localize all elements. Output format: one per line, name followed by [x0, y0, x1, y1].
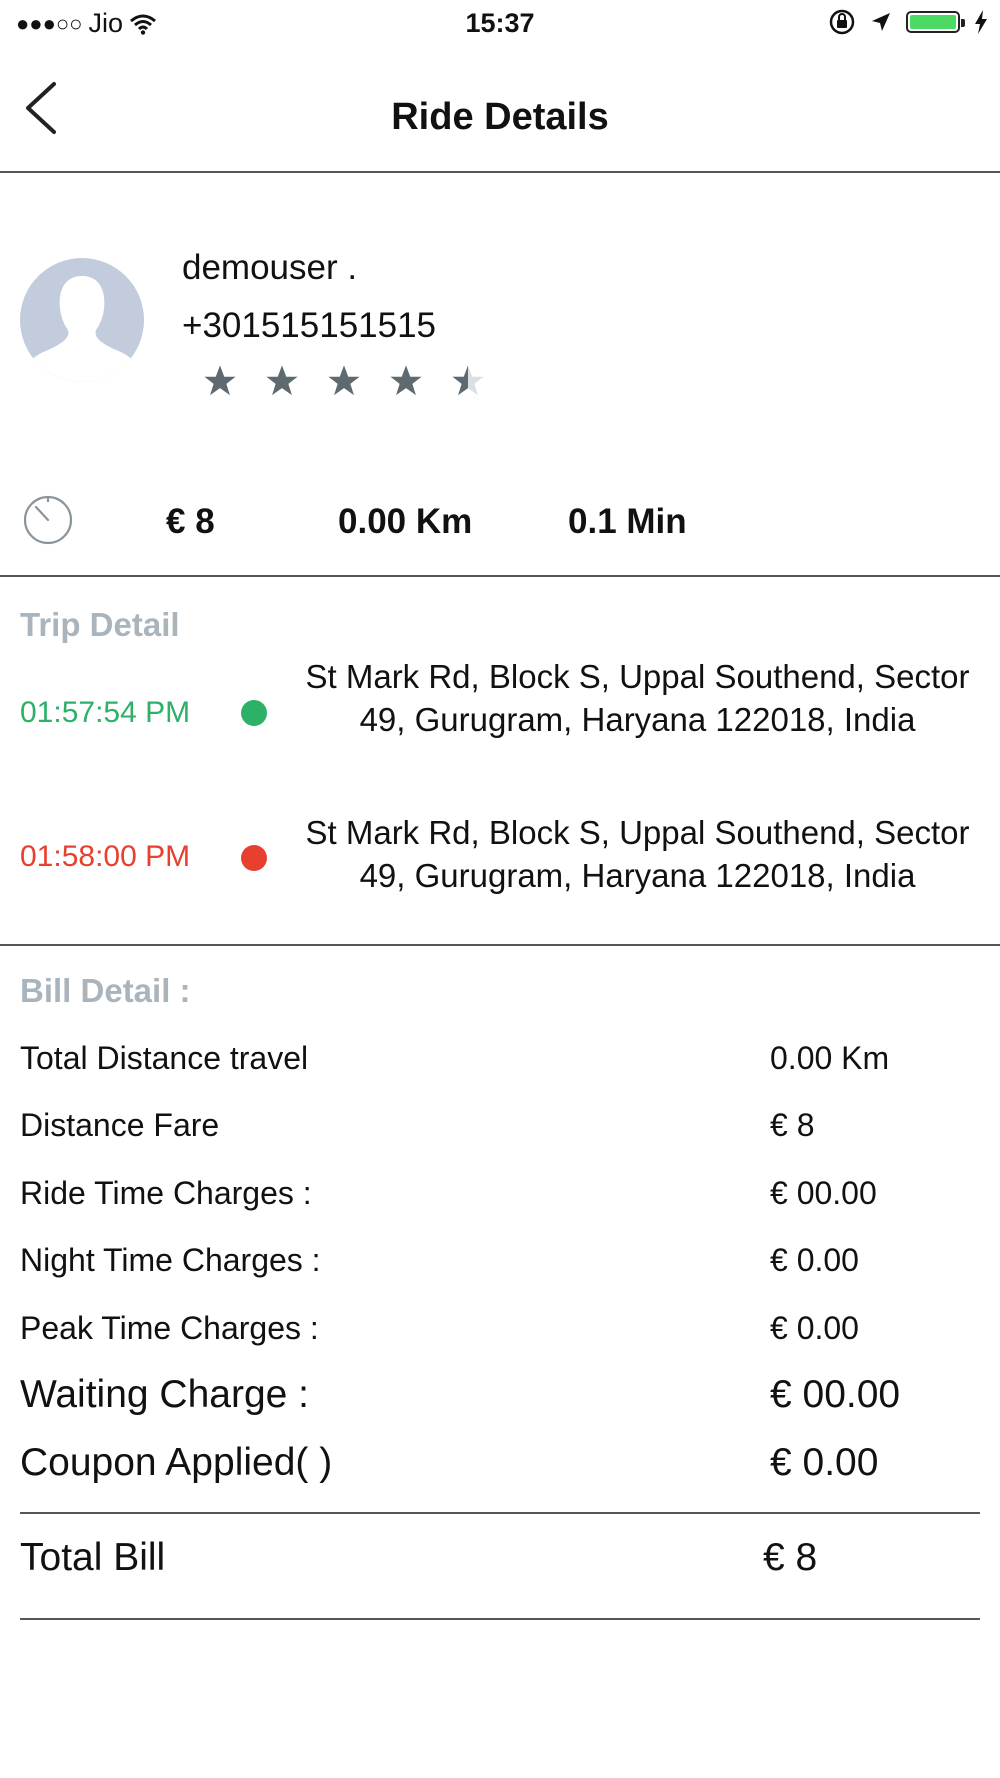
- trip-detail-heading: Trip Detail: [20, 606, 180, 643]
- battery-icon: [906, 11, 965, 33]
- rating-stars: [203, 364, 485, 398]
- bill-row-label: Distance Fare: [20, 1107, 220, 1143]
- bill-detail-heading: Bill Detail :: [20, 972, 191, 1009]
- status-bar: ●●●○○ Jio 15:37: [0, 0, 1000, 52]
- bill-divider: [20, 1512, 980, 1514]
- scroll-fade: [0, 1636, 1000, 1696]
- total-divider: [20, 1618, 980, 1620]
- duration-stat: 0.1 Min: [568, 502, 687, 541]
- bill-row-value: € 0.00: [770, 1310, 859, 1346]
- dropoff-address: St Mark Rd, Block S, Uppal Southend, Sec…: [305, 814, 970, 894]
- bill-row-label: Total Distance travel: [20, 1040, 309, 1076]
- bill-row-value: € 8: [770, 1107, 815, 1143]
- bill-row-value: € 00.00: [770, 1175, 877, 1211]
- battery-fill: [910, 15, 956, 29]
- bill-row-label: Ride Time Charges :: [20, 1175, 312, 1211]
- status-right: [828, 8, 988, 36]
- avatar: [20, 258, 144, 382]
- header-divider: [0, 171, 1000, 173]
- star-icon: [328, 365, 360, 396]
- bill-row-value: 0.00 Km: [770, 1040, 890, 1076]
- orientation-lock-icon: [829, 9, 855, 35]
- pickup-time: 01:57:54 PM: [20, 696, 191, 729]
- trip-divider: [0, 944, 1000, 946]
- fare-stat: € 8: [166, 502, 215, 541]
- distance-stat: 0.00 Km: [338, 502, 473, 541]
- bill-row-label: Night Time Charges :: [20, 1242, 321, 1278]
- user-name: demouser .: [182, 248, 358, 287]
- star-icon: [266, 365, 298, 396]
- page-title: Ride Details: [391, 96, 609, 138]
- user-phone: +301515151515: [182, 306, 437, 345]
- star-icon: [390, 365, 422, 396]
- bill-row-label: Coupon Applied( ): [20, 1441, 333, 1484]
- star-icon: [204, 365, 236, 396]
- half-star-icon: [452, 365, 484, 396]
- location-arrow-icon: [872, 13, 890, 31]
- bill-row-value: € 0.00: [770, 1441, 879, 1484]
- user-silhouette-icon: [20, 276, 144, 382]
- bill-row-label: Peak Time Charges :: [20, 1310, 319, 1346]
- total-bill-value: € 8: [763, 1536, 818, 1579]
- stats-divider: [0, 575, 1000, 577]
- pickup-dot: [241, 700, 267, 726]
- bill-row-value: € 0.00: [770, 1242, 859, 1278]
- dropoff-time: 01:58:00 PM: [20, 840, 191, 873]
- pickup-address: St Mark Rd, Block S, Uppal Southend, Sec…: [305, 658, 970, 738]
- bill-row-value: € 00.00: [770, 1373, 901, 1416]
- timer-icon: [23, 495, 73, 545]
- charging-bolt-icon: [975, 10, 987, 34]
- dropoff-dot: [241, 845, 267, 871]
- bill-row-label: Waiting Charge :: [20, 1373, 310, 1416]
- total-bill-label: Total Bill: [20, 1536, 166, 1579]
